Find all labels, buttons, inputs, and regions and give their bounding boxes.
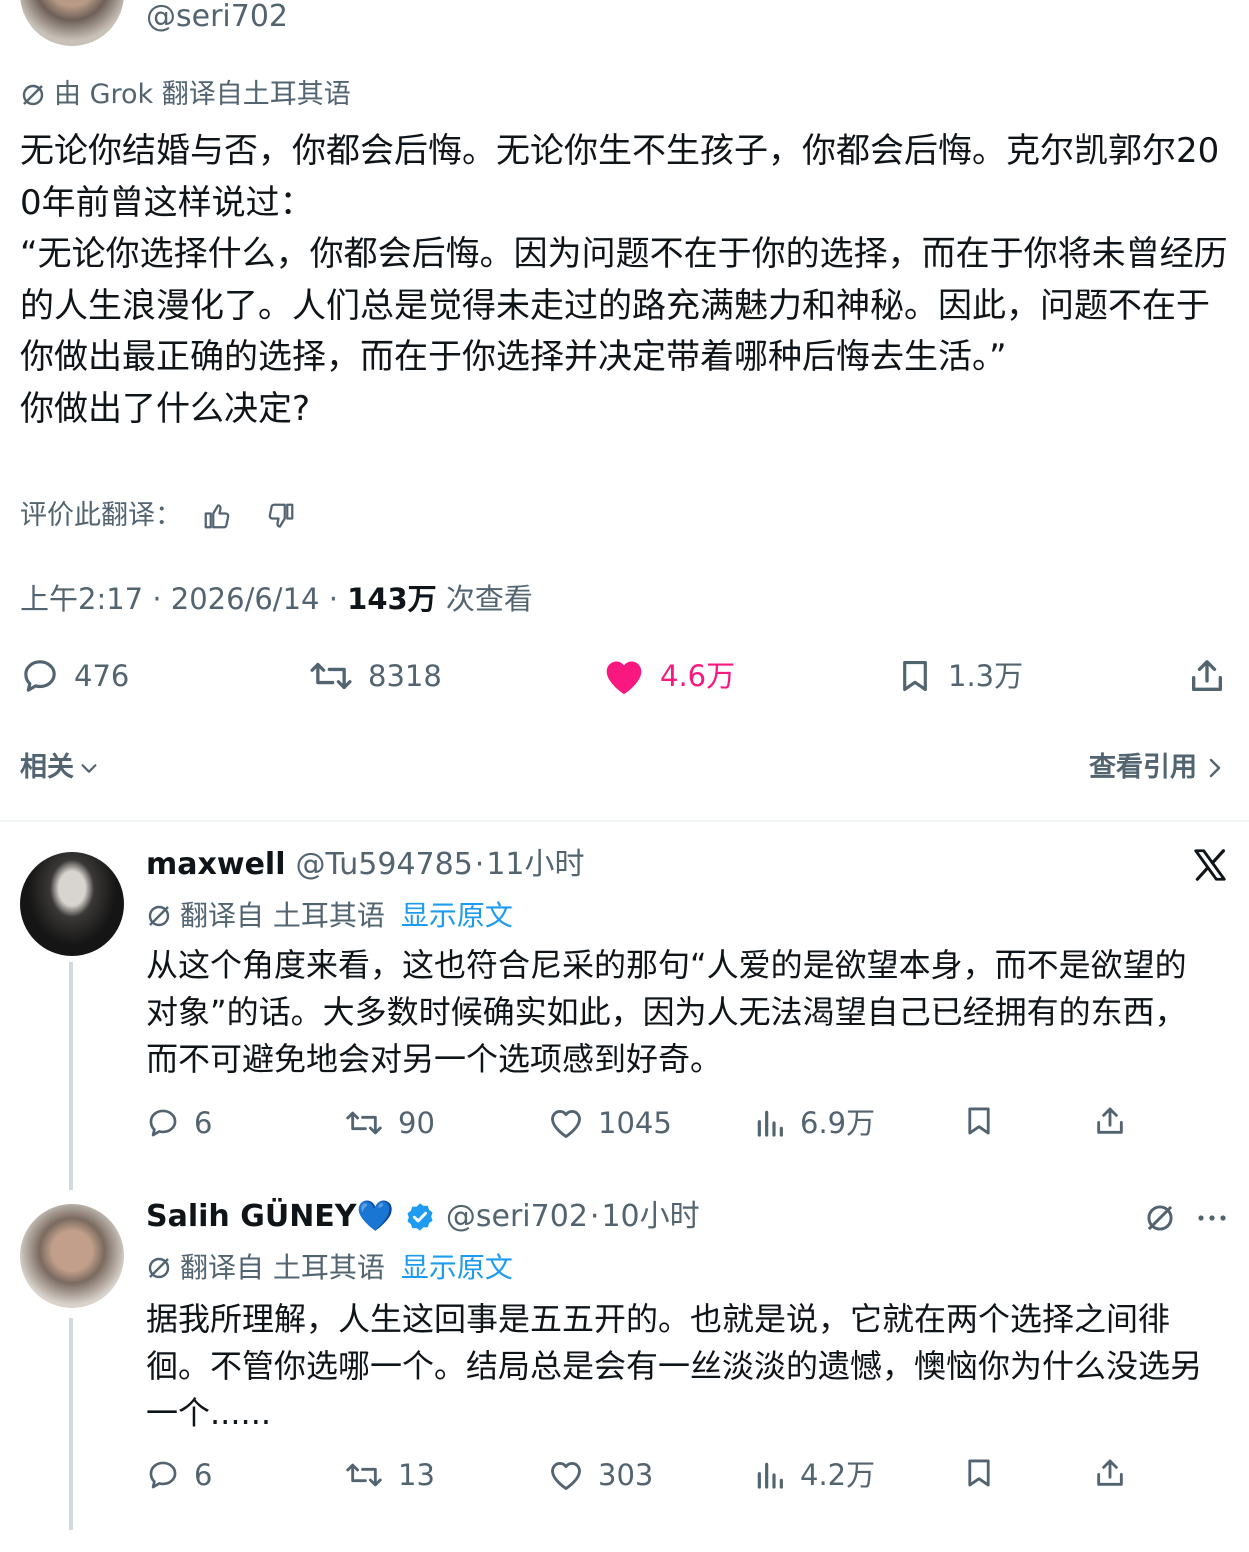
reply-icon (20, 656, 60, 696)
chevron-right-icon (1205, 756, 1225, 780)
more-options-icon[interactable] (1196, 1206, 1228, 1230)
like-count: 4.6万 (660, 659, 736, 693)
translated-from-label: 翻译自 土耳其语 (180, 899, 385, 932)
reply-header: Salih GÜNEY 💙 @seri702 · 10小时 (146, 1198, 700, 1236)
reply-count: 6 (194, 1458, 213, 1492)
retweet-count: 90 (398, 1106, 435, 1140)
blue-heart-emoji: 💙 (356, 1199, 394, 1234)
like-button[interactable]: 1045 (548, 1104, 672, 1142)
share-icon (1186, 656, 1228, 696)
retweet-count: 8318 (368, 659, 442, 693)
reply-author-handle[interactable]: @Tu594785 (295, 846, 472, 884)
analytics-icon (754, 1106, 786, 1140)
retweet-button[interactable]: 8318 (308, 656, 442, 696)
reply-avatar[interactable] (20, 1204, 124, 1308)
related-label: 相关 (20, 752, 74, 783)
thumbs-down-icon[interactable] (266, 501, 296, 531)
analytics-icon (754, 1458, 786, 1492)
reply-avatar[interactable] (20, 852, 124, 956)
bookmark-icon (962, 1456, 996, 1490)
reply-count: 6 (194, 1106, 213, 1140)
grok-icon (146, 903, 172, 929)
reply-time[interactable]: 11小时 (486, 846, 584, 884)
grok-icon (146, 1255, 172, 1281)
tweet-date[interactable]: 2026/6/14 (171, 582, 320, 616)
reply-count: 476 (74, 659, 130, 693)
rate-translation: 评价此翻译： (20, 498, 296, 534)
header-separator: · (474, 847, 485, 882)
retweet-button[interactable]: 90 (344, 1104, 435, 1142)
x-logo-icon (1190, 846, 1230, 884)
related-dropdown[interactable]: 相关 (20, 750, 100, 786)
views-button[interactable]: 4.2万 (754, 1456, 875, 1494)
verified-badge-icon (404, 1201, 436, 1233)
like-button[interactable]: 303 (548, 1456, 653, 1494)
retweet-icon (344, 1106, 384, 1140)
bookmark-button[interactable] (962, 1104, 996, 1138)
reply-text: 据我所理解，人生这回事是五五开的。也就是说，它就在两个选择之间徘徊。不管你选哪一… (146, 1300, 1203, 1432)
share-button[interactable] (1186, 656, 1228, 696)
share-icon (1092, 1104, 1128, 1138)
grok-icon (20, 82, 46, 108)
reply-translation-row: 翻译自 土耳其语 显示原文 (146, 898, 513, 934)
author-avatar[interactable] (20, 0, 124, 46)
header-separator: · (589, 1199, 600, 1234)
translation-notice: 由 Grok 翻译自土耳其语 (20, 78, 351, 112)
heart-filled-icon (602, 656, 646, 696)
views-count: 143万 (347, 582, 437, 616)
show-original-link[interactable]: 显示原文 (401, 898, 513, 934)
meta-separator: · (328, 582, 338, 616)
retweet-button[interactable]: 13 (344, 1456, 435, 1494)
like-count: 303 (598, 1458, 654, 1492)
reply-time[interactable]: 10小时 (601, 1198, 699, 1236)
bookmark-icon (896, 656, 934, 696)
reply-author-handle[interactable]: @seri702 (446, 1198, 588, 1236)
views-count: 4.2万 (800, 1458, 876, 1492)
view-quotes-link[interactable]: 查看引用 (1089, 750, 1225, 786)
reply-translation-row: 翻译自 土耳其语 显示原文 (146, 1250, 513, 1286)
reply-icon (146, 1458, 180, 1492)
grok-icon[interactable] (1144, 1202, 1176, 1234)
meta-separator: · (152, 582, 162, 616)
show-original-link[interactable]: 显示原文 (401, 1250, 513, 1286)
heart-icon (548, 1458, 584, 1492)
reply-author-name[interactable]: maxwell (146, 846, 285, 884)
tweet-time[interactable]: 上午2:17 (20, 582, 143, 616)
thread-line (69, 962, 73, 1190)
bookmark-count: 1.3万 (948, 659, 1024, 693)
reply-button[interactable]: 6 (146, 1104, 212, 1142)
view-quotes-label: 查看引用 (1089, 752, 1197, 783)
retweet-icon (344, 1458, 384, 1492)
reply-icon (146, 1106, 180, 1140)
translated-from-label: 翻译自 土耳其语 (180, 1251, 385, 1284)
rate-translation-label: 评价此翻译： (20, 500, 182, 531)
tweet-text: 无论你结婚与否，你都会后悔。无论你生不生孩子，你都会后悔。克尔凯郭尔200年前曾… (20, 131, 1228, 429)
bookmark-button[interactable] (962, 1456, 996, 1490)
chevron-down-icon (78, 757, 100, 779)
views-button[interactable]: 6.9万 (754, 1104, 875, 1142)
translation-notice-text: 由 Grok 翻译自土耳其语 (54, 79, 351, 110)
thread-line (69, 1318, 73, 1530)
retweet-icon (308, 656, 354, 696)
section-divider (0, 820, 1249, 822)
author-handle[interactable]: @seri702 (146, 0, 288, 34)
views-count: 6.9万 (800, 1106, 876, 1140)
reply-button[interactable]: 6 (146, 1456, 212, 1494)
like-count: 1045 (598, 1106, 672, 1140)
share-button[interactable] (1092, 1456, 1128, 1490)
retweet-count: 13 (398, 1458, 435, 1492)
bookmark-icon (962, 1104, 996, 1138)
heart-icon (548, 1106, 584, 1140)
reply-header: maxwell @Tu594785 · 11小时 (146, 846, 585, 884)
share-button[interactable] (1092, 1104, 1128, 1138)
share-icon (1092, 1456, 1128, 1490)
bookmark-button[interactable]: 1.3万 (896, 656, 1023, 696)
reply-text: 从这个角度来看，这也符合尼采的那句“人爱的是欲望本身，而不是欲望的对象”的话。大… (146, 946, 1187, 1078)
like-button[interactable]: 4.6万 (602, 656, 735, 696)
reply-author-name[interactable]: Salih GÜNEY (146, 1198, 357, 1236)
reply-button[interactable]: 476 (20, 656, 129, 696)
views-label: 次查看 (436, 582, 533, 616)
tweet-meta: 上午2:17 · 2026/6/14 · 143万 次查看 (20, 580, 533, 618)
thumbs-up-icon[interactable] (202, 501, 232, 531)
